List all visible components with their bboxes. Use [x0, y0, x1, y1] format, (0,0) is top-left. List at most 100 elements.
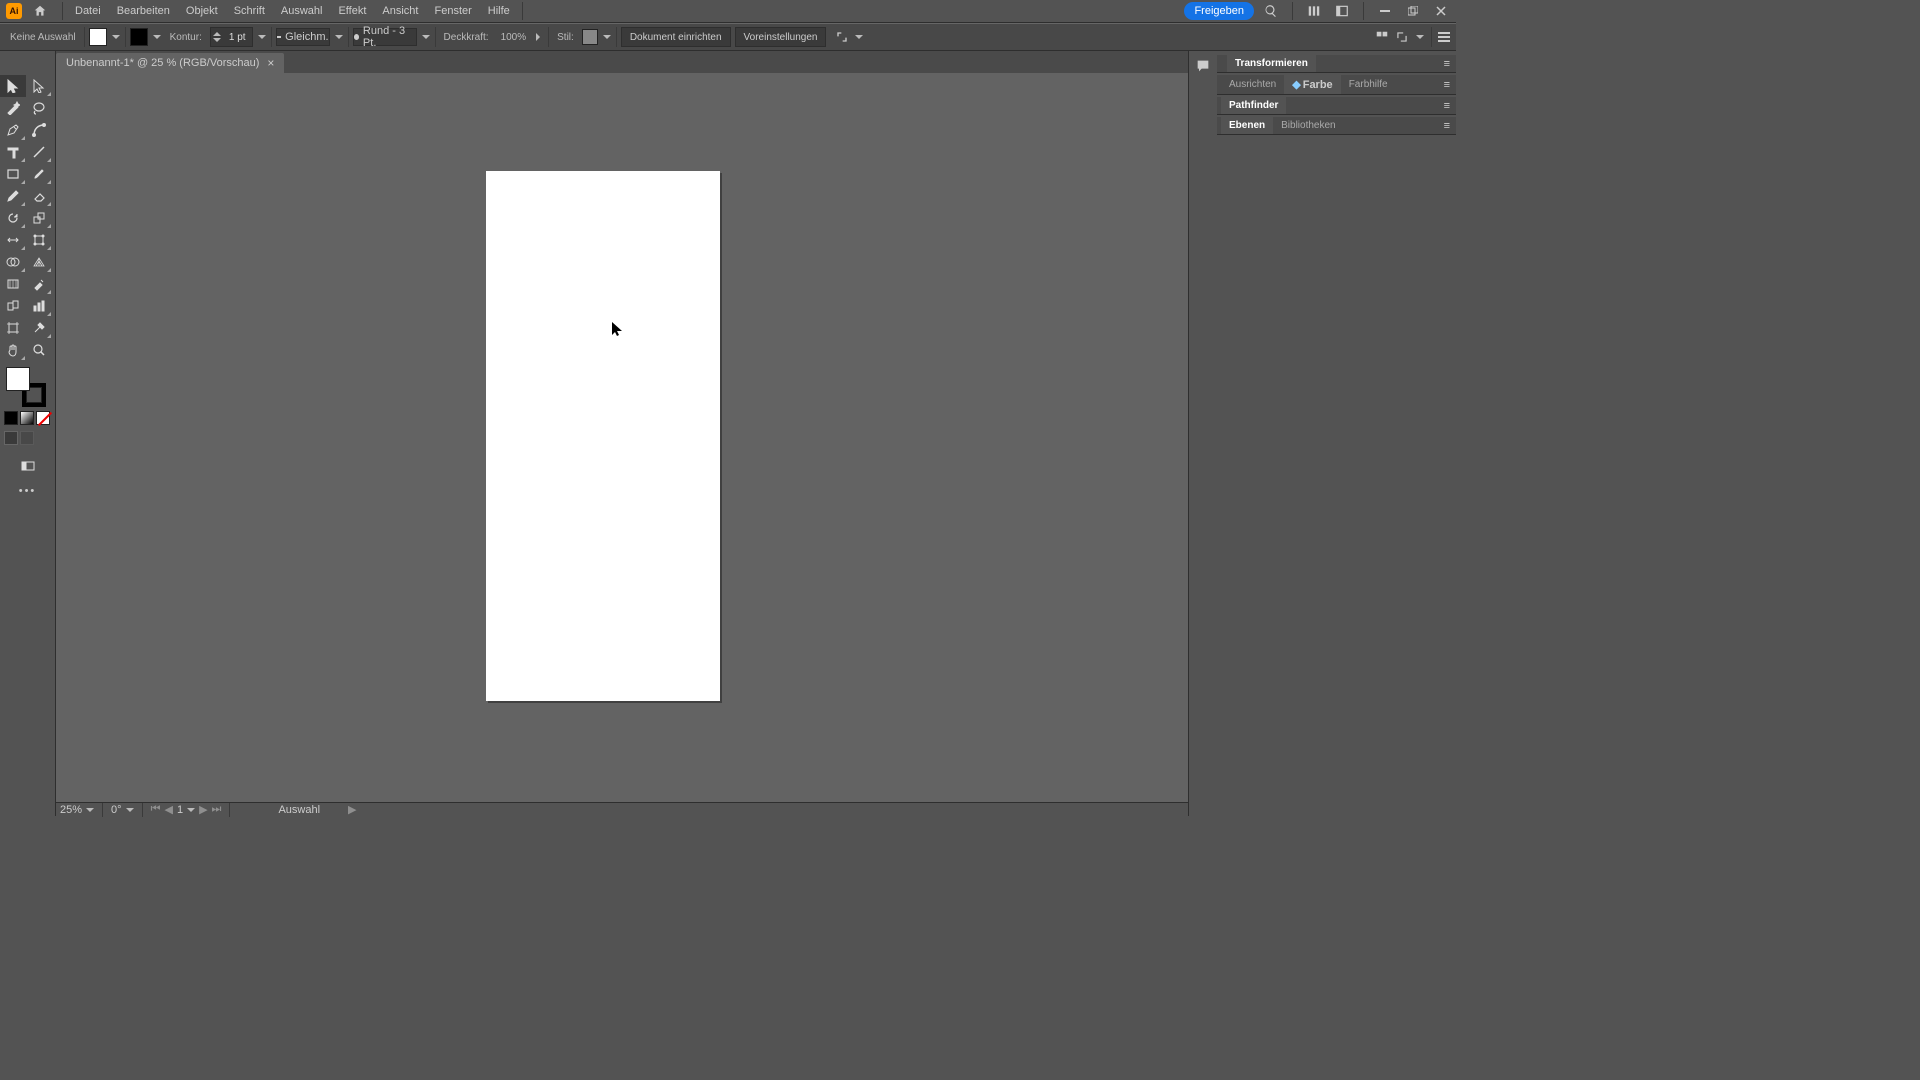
scale-tool[interactable]: [26, 207, 52, 229]
home-icon[interactable]: [30, 1, 50, 21]
fill-indicator[interactable]: [6, 367, 30, 391]
search-icon[interactable]: [1260, 0, 1282, 22]
color-mode-gradient[interactable]: [20, 411, 34, 425]
close-icon[interactable]: ×: [267, 56, 274, 70]
menu-file[interactable]: Datei: [67, 2, 109, 20]
slice-tool[interactable]: [26, 317, 52, 339]
opacity-value[interactable]: 100%: [497, 32, 531, 43]
type-tool[interactable]: [0, 141, 26, 163]
transform-panel-dropdown[interactable]: [1415, 28, 1425, 46]
panel-menu-icon[interactable]: ≡: [1438, 79, 1456, 91]
opacity-dropdown[interactable]: [534, 28, 544, 46]
tab-layers[interactable]: Ebenen: [1221, 117, 1273, 134]
rectangle-tool[interactable]: [0, 163, 26, 185]
screen-mode-normal[interactable]: [4, 431, 18, 445]
canvas[interactable]: [56, 73, 1188, 802]
menu-effect[interactable]: Effekt: [330, 2, 374, 20]
eyedropper-tool[interactable]: [26, 273, 52, 295]
artboard-last-icon[interactable]: ⏭: [212, 803, 222, 816]
pen-tool[interactable]: [0, 119, 26, 141]
zoom-dropdown[interactable]: [86, 806, 94, 814]
fill-swatch[interactable]: [89, 28, 107, 46]
stroke-weight-dropdown[interactable]: [257, 28, 267, 46]
align-panel-icon[interactable]: [1375, 30, 1389, 44]
fill-dropdown[interactable]: [111, 28, 121, 46]
close-button[interactable]: [1430, 2, 1452, 20]
tab-color-guide[interactable]: Farbhilfe: [1341, 76, 1396, 93]
stroke-swatch[interactable]: [130, 28, 148, 46]
preferences-button[interactable]: Voreinstellungen: [735, 27, 827, 47]
style-dropdown[interactable]: [602, 28, 612, 46]
menu-help[interactable]: Hilfe: [480, 2, 518, 20]
direct-selection-tool[interactable]: [26, 75, 52, 97]
column-graph-tool[interactable]: [26, 295, 52, 317]
paintbrush-tool[interactable]: [26, 163, 52, 185]
tab-align[interactable]: Ausrichten: [1221, 76, 1284, 93]
color-mode-solid[interactable]: [4, 411, 18, 425]
arrange-icon[interactable]: [1303, 0, 1325, 22]
brush-dropdown[interactable]: [421, 28, 431, 46]
tab-transform[interactable]: Transformieren: [1227, 55, 1316, 72]
curvature-tool[interactable]: [26, 119, 52, 141]
document-setup-button[interactable]: Dokument einrichten: [621, 27, 731, 47]
stroke-profile-dropdown[interactable]: [334, 28, 344, 46]
artboard-first-icon[interactable]: ⏮: [151, 803, 161, 816]
transform-panel-icon[interactable]: [1395, 30, 1409, 44]
workspace-icon[interactable]: [1331, 0, 1353, 22]
gradient-tool[interactable]: [0, 273, 26, 295]
stroke-profile[interactable]: Gleichm.: [276, 28, 330, 46]
tab-color[interactable]: ◆Farbe: [1284, 75, 1340, 94]
artboard-dropdown[interactable]: [187, 806, 195, 814]
width-tool[interactable]: [0, 229, 26, 251]
artboard-next-icon[interactable]: ▶: [199, 803, 207, 816]
free-transform-tool[interactable]: [26, 229, 52, 251]
stroke-dropdown[interactable]: [152, 28, 162, 46]
edit-toolbar[interactable]: [15, 455, 41, 477]
menu-type[interactable]: Schrift: [226, 2, 273, 20]
panel-menu-icon[interactable]: ≡: [1438, 58, 1456, 70]
control-menu-icon[interactable]: [1438, 31, 1450, 43]
stroke-weight-field[interactable]: 1 pt: [210, 27, 253, 47]
artboard-prev-icon[interactable]: ◀: [164, 803, 172, 816]
menu-view[interactable]: Ansicht: [374, 2, 426, 20]
style-swatch[interactable]: [582, 29, 598, 45]
pencil-tool[interactable]: [0, 185, 26, 207]
zoom-tool[interactable]: [26, 339, 52, 361]
tab-libraries[interactable]: Bibliotheken: [1273, 117, 1343, 134]
isolate-dropdown[interactable]: [854, 28, 864, 46]
artboard-number[interactable]: 1: [177, 804, 183, 816]
document-tab[interactable]: Unbenannt-1* @ 25 % (RGB/Vorschau) ×: [56, 53, 284, 73]
restore-button[interactable]: [1402, 2, 1424, 20]
artboard-tool[interactable]: [0, 317, 26, 339]
rotate-value[interactable]: 0°: [111, 804, 122, 816]
comments-panel-icon[interactable]: [1192, 55, 1214, 77]
panel-menu-icon[interactable]: ≡: [1438, 120, 1456, 132]
color-mode-none[interactable]: [36, 411, 50, 425]
more-tools-icon[interactable]: •••: [0, 485, 55, 497]
status-popup-icon[interactable]: ▶: [348, 803, 356, 816]
zoom-value[interactable]: 25%: [60, 804, 82, 816]
line-tool[interactable]: [26, 141, 52, 163]
brush-definition[interactable]: Rund - 3 Pt.: [353, 28, 417, 46]
menu-edit[interactable]: Bearbeiten: [109, 2, 178, 20]
eraser-tool[interactable]: [26, 185, 52, 207]
menu-select[interactable]: Auswahl: [273, 2, 331, 20]
artboard[interactable]: [486, 171, 720, 701]
magic-wand-tool[interactable]: [0, 97, 26, 119]
blend-tool[interactable]: [0, 295, 26, 317]
tab-pathfinder[interactable]: Pathfinder: [1221, 97, 1286, 114]
share-button[interactable]: Freigeben: [1184, 2, 1254, 20]
screen-mode-full[interactable]: [20, 431, 34, 445]
rotate-tool[interactable]: [0, 207, 26, 229]
selection-tool[interactable]: [0, 75, 26, 97]
hand-tool[interactable]: [0, 339, 26, 361]
shape-builder-tool[interactable]: [0, 251, 26, 273]
menu-window[interactable]: Fenster: [426, 2, 479, 20]
menu-object[interactable]: Objekt: [178, 2, 226, 20]
isolate-icon[interactable]: [834, 29, 850, 45]
minimize-button[interactable]: [1374, 2, 1396, 20]
lasso-tool[interactable]: [26, 97, 52, 119]
panel-menu-icon[interactable]: ≡: [1438, 100, 1456, 112]
perspective-tool[interactable]: [26, 251, 52, 273]
fill-stroke-indicator[interactable]: [6, 367, 46, 407]
